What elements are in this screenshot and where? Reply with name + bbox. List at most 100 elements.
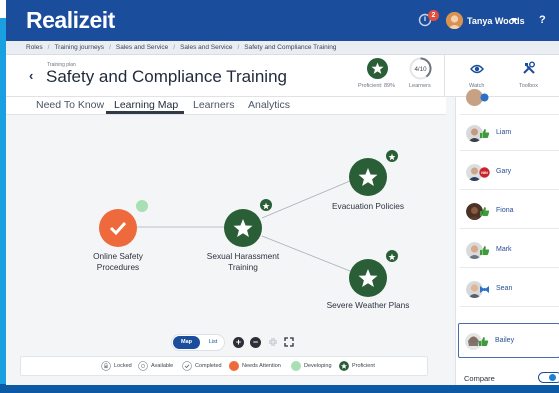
proficient-badge-icon (386, 150, 398, 162)
needs-attention-badge-icon: NIN (479, 167, 490, 178)
status-legend: Locked Available Completed Needs Attenti… (20, 356, 428, 376)
legend-label: Developing (304, 363, 332, 369)
proficient-star-icon (339, 361, 349, 371)
node-label: Online Safety Procedures (78, 251, 158, 273)
thumbs-up-icon (480, 246, 490, 255)
breadcrumb-separator: / (237, 44, 240, 51)
help-button[interactable]: ? (539, 14, 546, 26)
breadcrumb-separator: / (173, 44, 176, 51)
page-title: Safety and Compliance Training (46, 67, 287, 86)
proficient-badge-icon (260, 199, 272, 211)
view-toggle: Map List (172, 335, 224, 350)
breadcrumb: Roles / Training journeys / Sales and Servic… (6, 41, 559, 55)
app-root: Realizeit 2 Tanya Woods ? Roles / Training… (0, 0, 559, 393)
back-button[interactable]: ‹ (29, 68, 33, 83)
node-online-safety-procedures[interactable] (99, 209, 137, 247)
developing-dot (291, 361, 301, 371)
legend-label: Completed (195, 363, 222, 369)
learner-name[interactable]: Sean (496, 285, 512, 292)
ribbon-icon (480, 93, 489, 102)
needs-attention-badge-text: NIN (481, 171, 488, 175)
tab-learners[interactable]: Learners (193, 99, 234, 111)
collapse-icon[interactable] (268, 337, 278, 347)
tab-bar: Need To Know Learning Map Learners Analy… (6, 97, 446, 115)
learning-map-canvas[interactable]: Online Safety Procedures Sexual Harassme… (6, 115, 446, 385)
learner-name[interactable]: Fiona (496, 207, 514, 214)
proficient-badge-icon (386, 250, 398, 262)
breadcrumb-item[interactable]: Sales and Service (116, 44, 168, 51)
chevron-down-icon[interactable] (511, 18, 517, 22)
node-label: Sexual Harassment Training (183, 251, 303, 273)
map-edge (261, 180, 351, 219)
star-icon (358, 269, 378, 287)
needs-attention-dot (229, 361, 239, 371)
map-view-button[interactable]: Map (173, 336, 200, 349)
learner-row-selected[interactable]: Bailey (458, 323, 559, 358)
node-label: Severe Weather Plans (326, 300, 410, 310)
node-label-line: Procedures (96, 262, 140, 272)
expand-icon[interactable] (284, 337, 294, 347)
list-view-button[interactable]: List (204, 336, 222, 349)
breadcrumb-current: Safety and Compliance Training (244, 44, 337, 51)
node-label-line: Sexual Harassment (206, 251, 280, 261)
node-severe-weather-plans[interactable] (349, 259, 387, 297)
user-avatar-image (446, 12, 463, 29)
learner-row[interactable]: Sean (460, 272, 559, 307)
node-label-line: Training (228, 262, 258, 272)
tab-need-to-know[interactable]: Need To Know (36, 99, 104, 111)
check-icon (109, 221, 127, 236)
learner-row[interactable]: Mark (460, 233, 559, 268)
app-window: Realizeit 2 Tanya Woods ? Roles / Training… (6, 0, 559, 385)
thumbs-up-icon (480, 129, 490, 138)
learner-name[interactable]: Bailey (495, 337, 514, 344)
breadcrumb-separator: / (47, 44, 50, 51)
toggle-knob (549, 374, 556, 381)
eye-icon[interactable] (470, 63, 484, 75)
tools-icon[interactable] (522, 61, 536, 75)
thumbs-up-icon (480, 207, 490, 216)
breadcrumb-item[interactable]: Training journeys (54, 44, 104, 51)
breadcrumb-item[interactable]: Sales and Service (180, 44, 232, 51)
active-tab-indicator (106, 111, 184, 114)
learner-name[interactable]: Liam (496, 129, 511, 136)
thumbs-up-icon (479, 337, 489, 346)
legend-label: Needs Attention (242, 363, 281, 369)
node-label-line: Online Safety (93, 251, 143, 261)
compare-toggle[interactable] (538, 372, 559, 383)
top-bar: Realizeit 2 Tanya Woods ? (6, 0, 559, 41)
map-edges (119, 180, 351, 272)
breadcrumb-item[interactable]: Roles (26, 44, 43, 51)
learner-row[interactable]: NIN Gary (460, 155, 559, 190)
user-avatar[interactable] (446, 12, 463, 29)
header-divider (444, 55, 445, 97)
learner-row[interactable]: Fiona (460, 194, 559, 229)
tab-analytics[interactable]: Analytics (248, 99, 290, 111)
node-sexual-harassment-training[interactable] (224, 209, 262, 247)
lock-icon (101, 361, 111, 371)
proficiency-stat: Proficient: 89% (358, 83, 395, 89)
learner-row[interactable] (460, 80, 559, 115)
learner-row[interactable]: Liam (460, 116, 559, 151)
star-icon (358, 168, 378, 186)
notification-count-badge: 2 (428, 10, 439, 21)
decorative-accent-bottom (0, 384, 559, 393)
zoom-in-button[interactable]: + (233, 337, 244, 348)
legend-label: Proficient (352, 363, 375, 369)
zoom-out-button[interactable]: − (250, 337, 261, 348)
breadcrumb-separator: / (109, 44, 111, 51)
ribbon-icon (480, 286, 489, 293)
legend-label: Locked (114, 363, 132, 369)
learner-name[interactable]: Mark (496, 246, 512, 253)
learners-label: Learners (409, 83, 431, 89)
learner-name[interactable]: Gary (496, 168, 511, 175)
completed-check-icon (182, 361, 192, 371)
node-evacuation-policies[interactable] (349, 158, 387, 196)
proficient-star-icon (367, 58, 388, 79)
available-icon (138, 361, 148, 371)
developing-indicator (136, 200, 148, 212)
tab-learning-map[interactable]: Learning Map (114, 99, 178, 111)
compare-label: Compare (464, 374, 495, 383)
learners-sidebar: Liam NIN Gary Fiona Mark Sean Bailey Com… (455, 89, 559, 385)
realizeit-logo[interactable]: Realizeit (26, 7, 115, 34)
learners-progress-ring: 4/10 (409, 57, 432, 80)
